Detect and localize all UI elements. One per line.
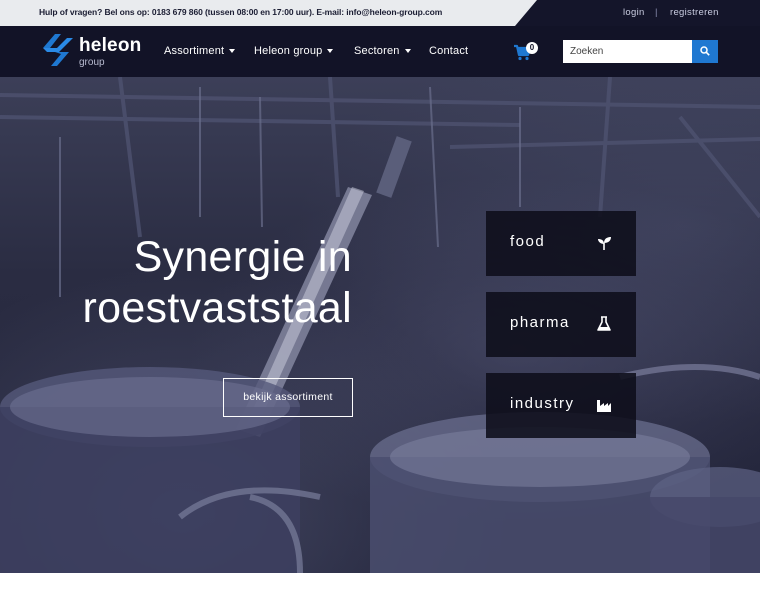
sector-label: food bbox=[510, 233, 546, 250]
sprout-icon bbox=[598, 237, 611, 250]
caret-down-icon bbox=[404, 49, 411, 54]
nav-item-label: Contact bbox=[429, 45, 469, 57]
hero-title: Synergie in roestvaststaal bbox=[60, 232, 352, 334]
nav-item-label: Assortiment bbox=[164, 45, 225, 57]
top-bar: Hulp of vragen? Bel ons op: 0183 679 860… bbox=[0, 0, 760, 26]
nav-item-assortiment[interactable]: Assortiment bbox=[164, 45, 236, 57]
flask-icon bbox=[597, 316, 611, 331]
cart-button[interactable]: 0 bbox=[513, 42, 539, 63]
separator: | bbox=[655, 7, 658, 18]
register-link[interactable]: registreren bbox=[670, 7, 719, 18]
sector-label: pharma bbox=[510, 314, 570, 331]
nav-item-contact[interactable]: Contact bbox=[429, 45, 468, 57]
sector-industry-tile[interactable]: industry bbox=[486, 373, 636, 438]
search-input[interactable] bbox=[563, 40, 693, 63]
sector-food-tile[interactable]: food bbox=[486, 211, 636, 276]
hero-title-line2: roestvaststaal bbox=[82, 284, 352, 332]
contact-info: Hulp of vragen? Bel ons op: 0183 679 860… bbox=[39, 7, 443, 17]
nav-item-label: Sectoren bbox=[354, 45, 400, 57]
nav-item-heleon-group[interactable]: Heleon group bbox=[254, 45, 334, 57]
caret-down-icon bbox=[229, 49, 236, 54]
view-assortment-button[interactable]: bekijk assortiment bbox=[223, 378, 353, 417]
sector-pharma-tile[interactable]: pharma bbox=[486, 292, 636, 357]
logo-subtitle: group bbox=[79, 57, 105, 68]
nav-item-sectoren[interactable]: Sectoren bbox=[354, 45, 411, 57]
heleon-logo[interactable]: heleon group bbox=[41, 32, 141, 72]
hero-banner: Synergie in roestvaststaal bekijk assort… bbox=[0, 77, 760, 573]
logo-wordmark: heleon bbox=[79, 35, 142, 56]
nav-item-label: Heleon group bbox=[254, 45, 323, 57]
search-button[interactable] bbox=[692, 40, 718, 63]
cart-count-badge: 0 bbox=[526, 42, 538, 54]
login-link[interactable]: login bbox=[623, 7, 645, 18]
caret-down-icon bbox=[327, 49, 334, 54]
hero-title-line1: Synergie in bbox=[133, 233, 352, 281]
logo-mark-icon bbox=[43, 34, 73, 66]
search-icon bbox=[700, 46, 710, 56]
sector-label: industry bbox=[510, 395, 575, 412]
factory-icon bbox=[597, 400, 611, 412]
